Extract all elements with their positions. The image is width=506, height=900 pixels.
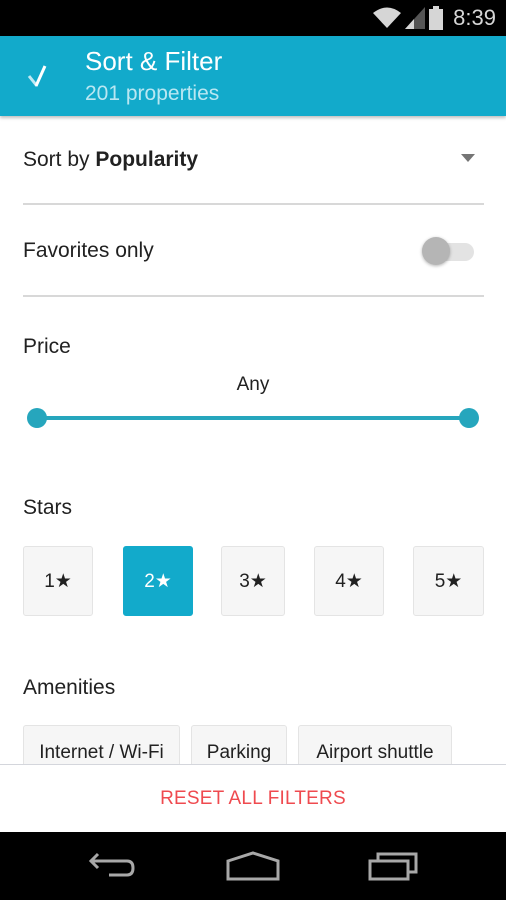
- amenity-parking[interactable]: Parking: [191, 725, 287, 764]
- reset-all-filters-button[interactable]: RESET ALL FILTERS: [160, 788, 346, 810]
- wifi-icon: [373, 7, 402, 28]
- price-range-value: Any: [236, 374, 270, 395]
- sort-label: Sort by Popularity: [23, 148, 198, 172]
- status-time: 8:39: [453, 5, 496, 30]
- stars-label: Stars: [23, 496, 73, 519]
- slider-track[interactable]: [37, 416, 469, 420]
- checkmark-icon[interactable]: [26, 62, 52, 90]
- star-option-5[interactable]: 5★: [413, 546, 484, 616]
- slider-min-handle[interactable]: [27, 408, 47, 428]
- status-bar: 8:39: [0, 0, 506, 36]
- dropdown-caret-icon[interactable]: [461, 154, 475, 162]
- navigation-bar: [0, 832, 506, 900]
- footer: RESET ALL FILTERS: [0, 764, 506, 832]
- favorites-toggle[interactable]: [422, 236, 476, 266]
- app-bar: Sort & Filter 201 properties: [0, 36, 506, 116]
- home-button[interactable]: [218, 846, 288, 886]
- sort-dropdown[interactable]: Sort by Popularity: [23, 116, 484, 204]
- amenity-internet[interactable]: Internet / Wi-Fi: [23, 725, 180, 764]
- star-option-2[interactable]: 2★: [123, 546, 193, 616]
- amenity-airport-shuttle[interactable]: Airport shuttle: [298, 725, 452, 764]
- page-title: Sort & Filter: [85, 46, 223, 76]
- amenities-selector: Internet / Wi-Fi Parking Airport shuttle: [23, 725, 503, 764]
- star-option-3[interactable]: 3★: [221, 546, 285, 616]
- stars-selector: 1★ 2★ 3★ 4★ 5★: [23, 546, 484, 616]
- recents-button[interactable]: [358, 846, 428, 886]
- signal-icon: [405, 7, 426, 29]
- divider: [23, 295, 484, 297]
- back-icon: [88, 852, 135, 877]
- favorites-label: Favorites only: [23, 239, 154, 262]
- divider: [23, 203, 484, 205]
- status-icons: 8:39: [373, 5, 496, 31]
- filter-content[interactable]: Sort by Popularity Favorites only Price …: [0, 116, 506, 764]
- price-range-slider[interactable]: [27, 408, 479, 428]
- amenities-label: Amenities: [23, 676, 116, 699]
- favorites-row[interactable]: Favorites only: [23, 206, 484, 296]
- price-label: Price: [23, 335, 71, 358]
- sort-value: Popularity: [95, 148, 199, 171]
- toggle-thumb[interactable]: [422, 237, 450, 265]
- slider-max-handle[interactable]: [459, 408, 479, 428]
- property-count: 201 properties: [85, 82, 220, 105]
- back-button[interactable]: [77, 846, 147, 886]
- home-icon: [226, 851, 280, 881]
- battery-icon: [429, 6, 444, 30]
- recents-icon: [368, 852, 418, 881]
- star-option-4[interactable]: 4★: [314, 546, 384, 616]
- sort-prefix: Sort by: [23, 148, 96, 171]
- star-option-1[interactable]: 1★: [23, 546, 93, 616]
